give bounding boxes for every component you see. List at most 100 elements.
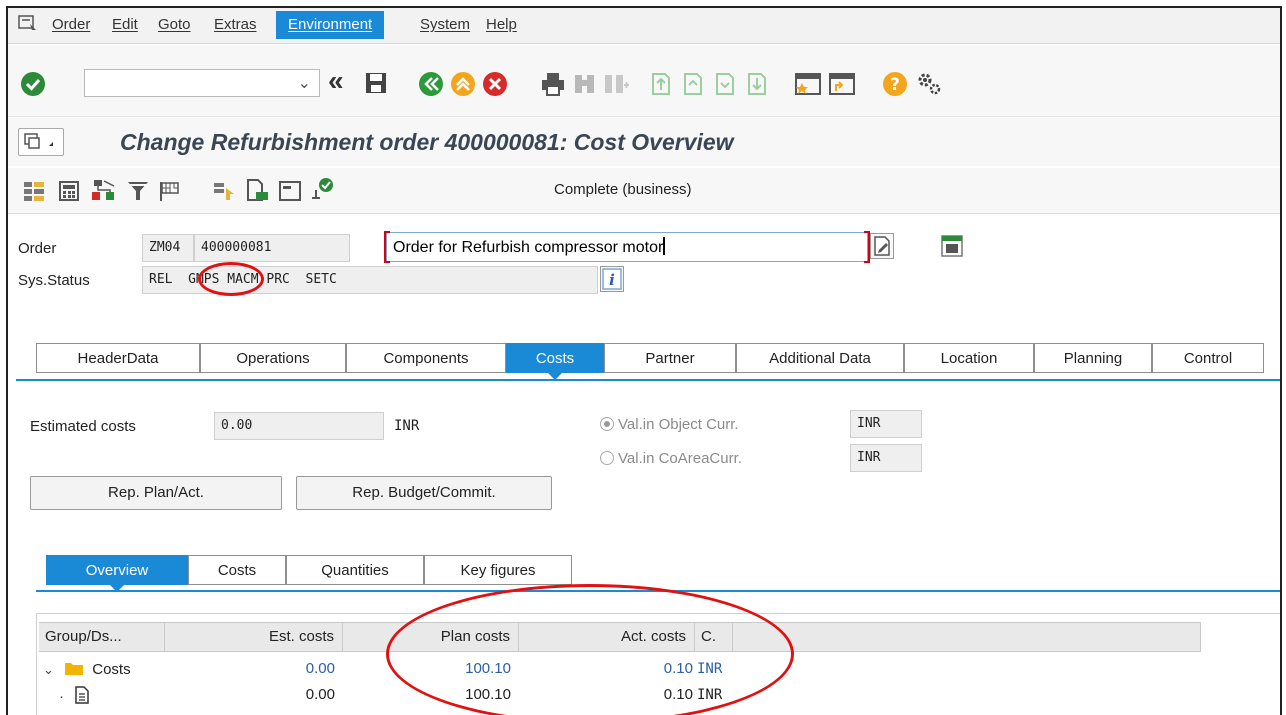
rep-plan-act-button[interactable]: Rep. Plan/Act. — [30, 476, 282, 510]
menu-edit[interactable]: Edit — [112, 16, 138, 33]
help-icon[interactable]: ? — [882, 71, 908, 97]
tab-costs[interactable]: Costs — [506, 343, 604, 380]
order-type-field: ZM04 — [142, 234, 194, 262]
col-header-empty — [733, 622, 1201, 652]
table-row[interactable]: ⌄ Costs — [43, 660, 131, 678]
complete-business-button[interactable]: Complete (business) — [554, 181, 692, 198]
settings-icon[interactable] — [914, 69, 944, 99]
hierarchy-icon[interactable] — [22, 180, 46, 202]
command-input[interactable] — [85, 70, 285, 96]
prev-page-icon[interactable] — [680, 71, 706, 97]
tab-additional-data[interactable]: Additional Data — [736, 343, 904, 373]
subtab-key-figures[interactable]: Key figures — [424, 555, 572, 585]
table-row[interactable]: · — [59, 686, 90, 705]
tab-operations[interactable]: Operations — [200, 343, 346, 373]
cost-overview-tree: Group/Ds... Est. costs Plan costs Act. c… — [36, 613, 1280, 715]
tab-divider — [16, 379, 1280, 381]
layout-menu-icon — [24, 133, 53, 149]
radio-object-currency[interactable]: Val.in Object Curr. — [600, 416, 739, 433]
menu-goto[interactable]: Goto — [158, 16, 191, 33]
radio-icon[interactable] — [600, 417, 614, 431]
first-page-icon[interactable] — [648, 71, 674, 97]
command-field[interactable]: ⌄ — [84, 69, 320, 97]
status-info-button[interactable]: i — [600, 266, 624, 292]
flag-icon[interactable] — [158, 180, 182, 202]
col-header-group[interactable]: Group/Ds... — [39, 622, 165, 652]
radio-icon[interactable] — [600, 451, 614, 465]
chevron-down-icon[interactable]: ⌄ — [43, 662, 54, 677]
tab-location[interactable]: Location — [904, 343, 1034, 373]
row-label: Costs — [92, 661, 131, 678]
back-icon[interactable] — [418, 71, 444, 97]
print-icon[interactable] — [540, 71, 566, 97]
object-links-icon[interactable] — [940, 234, 964, 258]
last-page-icon[interactable] — [744, 71, 770, 97]
window-icon[interactable] — [278, 180, 302, 202]
cost-settlement-icon[interactable] — [90, 178, 118, 204]
find-icon[interactable] — [572, 71, 598, 97]
estimated-currency: INR — [394, 418, 420, 434]
col-header-act-costs[interactable]: Act. costs — [519, 622, 695, 652]
subtab-overview[interactable]: Overview — [46, 555, 188, 592]
material-list-icon[interactable] — [212, 180, 238, 202]
save-icon[interactable] — [364, 71, 388, 95]
order-description-input[interactable]: Order for Refurbish compressor motor — [384, 231, 870, 263]
exit-icon[interactable] — [450, 71, 476, 97]
edit-document-icon — [874, 236, 890, 256]
document-goods-icon[interactable] — [244, 178, 270, 204]
tab-planning[interactable]: Planning — [1034, 343, 1152, 373]
row-currency: INR — [697, 661, 723, 677]
row-est-costs: 0.00 — [305, 660, 335, 677]
col-header-plan-costs[interactable]: Plan costs — [343, 622, 519, 652]
calculator-icon[interactable] — [58, 180, 80, 202]
menu-help[interactable]: Help — [486, 16, 517, 33]
row-act-costs: 0.10 — [663, 660, 693, 677]
tab-control[interactable]: Control — [1152, 343, 1264, 373]
menu-bar: Order Edit Goto Extras Environment Syste… — [8, 8, 1280, 44]
tab-header-data[interactable]: HeaderData — [36, 343, 200, 373]
order-label: Order — [18, 240, 57, 257]
col-header-currency[interactable]: C. — [695, 622, 733, 652]
standard-toolbar: ⌄ « ? — [8, 45, 1280, 117]
next-page-icon[interactable] — [712, 71, 738, 97]
row-est-costs: 0.00 — [305, 686, 335, 703]
shortcut-icon[interactable] — [828, 71, 856, 97]
menu-order[interactable]: Order — [52, 16, 90, 33]
radio-coarea-currency-label: Val.in CoAreaCurr. — [618, 450, 742, 467]
col-header-est-costs[interactable]: Est. costs — [165, 622, 343, 652]
menu-environment[interactable]: Environment — [276, 11, 385, 39]
menu-system[interactable]: System — [420, 16, 470, 33]
menu-extras[interactable]: Extras — [214, 16, 257, 33]
sap-window: Order Edit Goto Extras Environment Syste… — [6, 6, 1282, 715]
row-plan-costs: 100.10 — [465, 686, 511, 703]
subtab-quantities[interactable]: Quantities — [286, 555, 424, 585]
radio-coarea-currency[interactable]: Val.in CoAreaCurr. — [600, 450, 742, 467]
document-icon — [75, 686, 89, 704]
tab-partner[interactable]: Partner — [604, 343, 736, 373]
tab-components[interactable]: Components — [346, 343, 506, 373]
tree-bullet-icon: · — [59, 688, 64, 705]
row-act-costs: 0.10 — [663, 686, 693, 703]
double-left-icon[interactable]: « — [328, 65, 344, 97]
chevron-down-icon[interactable]: ⌄ — [298, 73, 311, 93]
title-bar: Change Refurbishment order 400000081: Co… — [8, 118, 1280, 166]
cancel-icon[interactable] — [482, 71, 508, 97]
estimated-costs-label: Estimated costs — [30, 418, 136, 435]
funnel-icon[interactable] — [126, 180, 150, 202]
long-text-button[interactable] — [870, 233, 894, 259]
subtab-costs[interactable]: Costs — [188, 555, 286, 585]
sys-status-field: REL GMPS MACM PRC SETC — [142, 266, 598, 294]
row-plan-costs: 100.10 — [465, 660, 511, 677]
coarea-currency-field: INR — [850, 444, 922, 472]
info-icon: i — [602, 268, 622, 290]
new-session-icon[interactable] — [794, 71, 822, 97]
svg-text:i: i — [609, 271, 615, 289]
layout-menu-button[interactable] — [18, 128, 64, 156]
rep-budget-commit-button[interactable]: Rep. Budget/Commit. — [296, 476, 552, 510]
enter-check-icon[interactable] — [20, 71, 46, 97]
release-icon[interactable] — [308, 176, 336, 202]
find-next-icon[interactable] — [602, 71, 630, 97]
menu-icon[interactable] — [18, 15, 38, 33]
application-toolbar: Complete (business) — [8, 168, 1280, 214]
svg-text:?: ? — [890, 75, 900, 95]
